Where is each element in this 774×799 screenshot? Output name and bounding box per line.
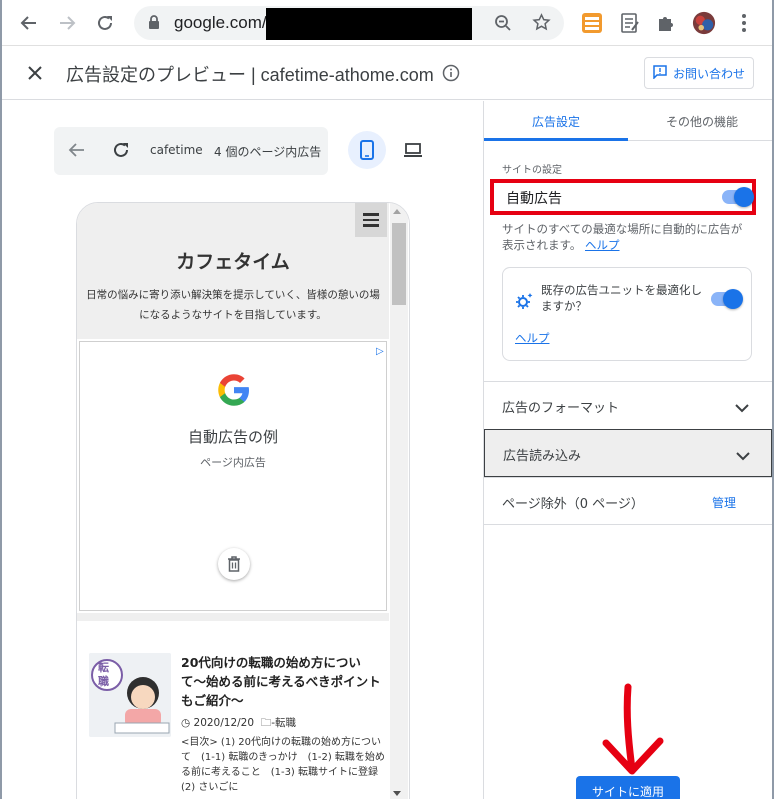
- optimize-text: 既存の広告ユニットを最適化しますか？: [541, 283, 702, 313]
- tab-other-features[interactable]: その他の機能: [666, 113, 738, 130]
- page-exclusions-row: ページ除外（0 ページ） 管理: [484, 477, 772, 525]
- page-exclusions-label: ページ除外（0 ページ）: [502, 497, 644, 512]
- mobile-preview-icon[interactable]: [348, 131, 386, 169]
- dialog-title: 広告設定のプレビュー | cafetime-athome.com: [66, 65, 434, 85]
- folder-icon: 🗀: [257, 717, 272, 729]
- preview-site-name: cafetime: [150, 143, 203, 157]
- active-tab-indicator: [484, 138, 628, 141]
- lock-icon: [148, 15, 160, 34]
- ad-loading-row[interactable]: 広告読み込み: [484, 429, 772, 477]
- preview-ad-count: 4 個のページ内広告: [214, 145, 322, 159]
- scroll-down-arrow-icon[interactable]: [393, 791, 401, 796]
- article-meta: ◷ 2020/12/20 🗀-転職: [181, 715, 296, 733]
- apply-to-site-button[interactable]: サイトに適用: [576, 776, 680, 799]
- info-icon[interactable]: [442, 64, 460, 86]
- site-settings-label: サイトの設定: [502, 165, 562, 176]
- chevron-down-icon: [735, 446, 751, 465]
- extensions-puzzle-icon[interactable]: [654, 11, 678, 35]
- google-logo-icon: [218, 374, 249, 406]
- article-card[interactable]: 転職 20代向けの転職の始め方について〜始める前に考えるべきポイントもご紹介〜 …: [77, 621, 389, 799]
- browser-menu-icon[interactable]: [732, 11, 756, 35]
- feedback-icon: [653, 64, 667, 82]
- site-header: カフェタイム 日常の悩みに寄り添い解決策を提示していく、皆様の憩いの場になるよう…: [77, 203, 389, 339]
- close-icon[interactable]: [24, 62, 46, 84]
- bookmark-star-icon[interactable]: [532, 13, 551, 36]
- preview-toolbar: cafetime 4 個のページ内広告: [54, 127, 328, 175]
- extension-sumi-icon[interactable]: [580, 11, 604, 35]
- desktop-preview-icon[interactable]: [394, 131, 432, 169]
- dialog-header: 広告設定のプレビュー | cafetime-athome.com お問い合わせ: [2, 46, 772, 100]
- mobile-preview-frame: カフェタイム 日常の悩みに寄り添い解決策を提示していく、皆様の憩いの場になるよう…: [76, 202, 410, 799]
- url-text: google.com/: [174, 13, 267, 32]
- red-arrow-annotation: [602, 683, 664, 775]
- screen: google.com/ 広告設定のプレビュー | cafetime-athome…: [0, 0, 774, 799]
- auto-ads-label: 自動広告: [506, 191, 562, 207]
- settings-tabs: 広告設定 その他の機能: [484, 101, 772, 141]
- trash-icon[interactable]: [218, 548, 250, 580]
- auto-ads-help-link[interactable]: ヘルプ: [585, 238, 620, 252]
- auto-ads-highlight: 自動広告: [490, 179, 756, 215]
- preview-back-icon[interactable]: [68, 141, 86, 163]
- preview-area: cafetime 4 個のページ内広告 カフェタイム 日常の悩みに寄り添い解決策…: [2, 101, 483, 799]
- thumbnail-text: 転職: [98, 661, 109, 688]
- hamburger-menu-icon[interactable]: [355, 203, 387, 237]
- tab-ad-settings[interactable]: 広告設定: [532, 113, 580, 130]
- contact-label: お問い合わせ: [672, 66, 745, 81]
- adchoices-icon[interactable]: ▷: [376, 346, 384, 357]
- auto-ads-desc-text: サイトのすべての最適な場所に自動的に広告が表示されます。: [502, 222, 743, 252]
- optimize-existing-units-card: 既存の広告ユニットを最適化しますか？ ヘルプ: [502, 267, 752, 361]
- clock-icon: ◷: [181, 717, 191, 729]
- article-excerpt: <目次> (1) 20代向けの転職の始め方について (1-1) 転職のきっかけ …: [181, 737, 385, 793]
- scroll-up-arrow-icon[interactable]: [393, 209, 401, 214]
- reload-icon[interactable]: [92, 10, 118, 36]
- ad-format-label: 広告のフォーマット: [502, 401, 620, 416]
- ad-format-row[interactable]: 広告のフォーマット: [484, 381, 772, 429]
- extension-note-icon[interactable]: [618, 11, 642, 35]
- redacted-url-block: [266, 8, 472, 40]
- content-divider: [77, 613, 389, 621]
- article-date: 2020/12/20: [193, 717, 255, 729]
- manage-link[interactable]: 管理: [712, 494, 736, 511]
- article-title[interactable]: 20代向けの転職の始め方について〜始める前に考えるべきポイントもご紹介〜: [181, 653, 381, 710]
- article-category[interactable]: -転職: [271, 717, 296, 729]
- optimize-help-link[interactable]: ヘルプ: [515, 330, 550, 346]
- article-thumbnail: 転職: [89, 653, 171, 737]
- ad-loading-label: 広告読み込み: [503, 449, 582, 464]
- auto-ad-example: ▷ 自動広告の例 ページ内広告: [79, 341, 387, 611]
- site-title: カフェタイム: [176, 251, 290, 273]
- settings-panel: 広告設定 その他の機能 サイトの設定 自動広告 サイトのすべての最適な場所に自動…: [483, 101, 772, 799]
- ad-subtitle: ページ内広告: [200, 456, 266, 469]
- forward-arrow-icon[interactable]: [54, 10, 80, 36]
- profile-avatar-icon[interactable]: [692, 11, 716, 35]
- preview-scrollbar-thumb[interactable]: [392, 223, 406, 305]
- auto-ads-description: サイトのすべての最適な場所に自動的に広告が表示されます。 ヘルプ: [502, 221, 752, 253]
- ad-title: 自動広告の例: [187, 428, 278, 446]
- site-description: 日常の悩みに寄り添い解決策を提示していく、皆様の憩いの場になるようなサイトを目指…: [86, 289, 380, 321]
- preview-reload-icon[interactable]: [112, 141, 130, 163]
- back-arrow-icon[interactable]: [16, 10, 42, 36]
- zoom-icon[interactable]: [494, 14, 512, 36]
- auto-ads-toggle[interactable]: [722, 187, 754, 207]
- chevron-down-icon: [734, 398, 750, 417]
- optimize-gear-icon: [515, 292, 533, 314]
- contact-button[interactable]: お問い合わせ: [644, 57, 754, 89]
- browser-toolbar: google.com/: [2, 0, 772, 46]
- optimize-toggle[interactable]: [711, 289, 743, 309]
